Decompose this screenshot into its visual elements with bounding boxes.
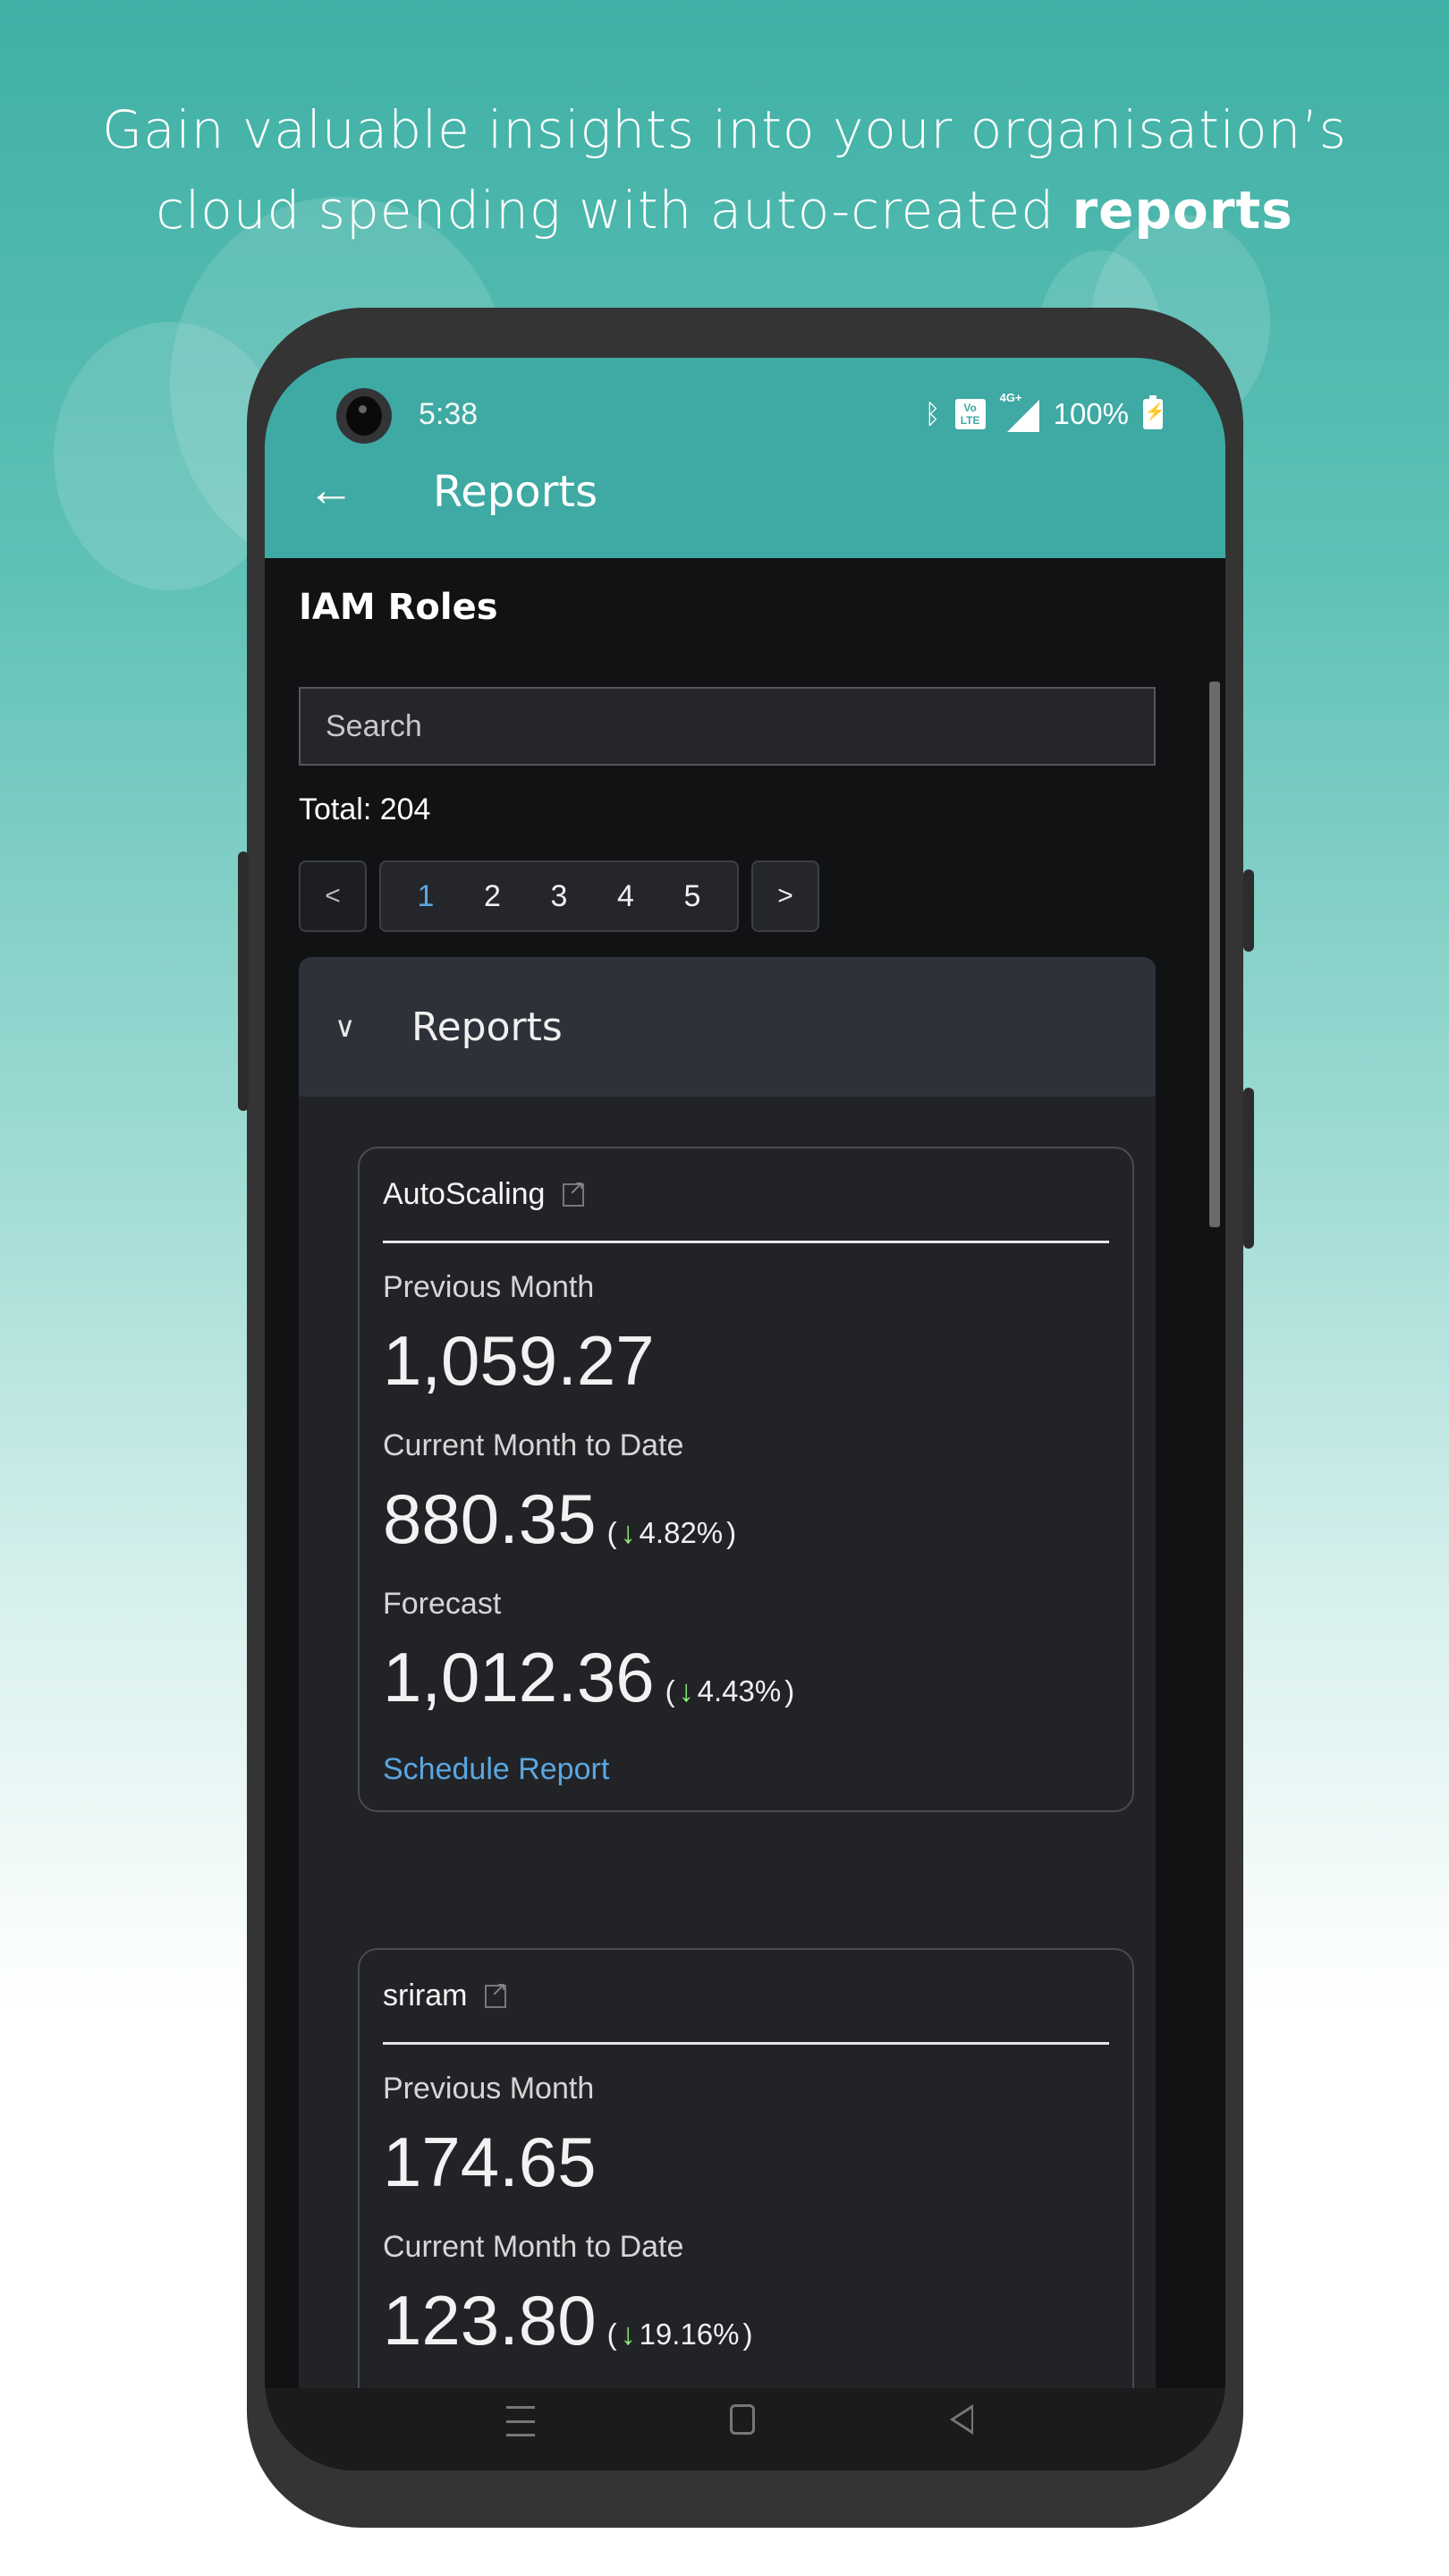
current-month-label: Current Month to Date	[383, 1428, 684, 1462]
scrollbar[interactable]	[1209, 682, 1220, 1227]
reports-accordion: ∨ Reports AutoScaling Previous Month 1,0…	[299, 957, 1156, 2470]
chevron-down-icon: ∨	[335, 1011, 356, 1043]
forecast-value: 1,012.36	[383, 1638, 655, 1716]
home-icon[interactable]	[730, 2404, 755, 2435]
previous-month-row: 1,059.27	[383, 1319, 1109, 1402]
section-title: IAM Roles	[299, 587, 498, 628]
arrow-down-icon: ↓	[620, 2317, 636, 2351]
signal-4g-icon: 4G+	[1000, 391, 1039, 432]
forecast-row: 1,012.36 (↓ 4.43%)	[383, 1636, 1109, 1718]
current-month-change: (↓ 19.16%)	[606, 2317, 753, 2351]
current-month-change: (↓ 4.82%)	[606, 1515, 737, 1550]
current-month-value: 123.80	[383, 2281, 597, 2360]
phone-volume-down-button	[1243, 1088, 1254, 1249]
page-2-button[interactable]: 2	[475, 879, 511, 914]
app-bar: 5:38 ᛒ VoLTE 4G+ 100% ← Reports	[265, 358, 1225, 558]
schedule-report-link[interactable]: Schedule Report	[383, 1752, 609, 1787]
forecast-change: (↓ 4.43%)	[665, 1674, 795, 1708]
pagination: < 1 2 3 4 5 >	[299, 860, 819, 932]
status-icons: ᛒ Vo LTE 4G+ 100%	[924, 391, 1165, 436]
card-header: sriram	[383, 1950, 1109, 2045]
battery-percent: 100%	[1053, 397, 1129, 430]
page-3-button[interactable]: 3	[541, 879, 577, 914]
report-card: AutoScaling Previous Month 1,059.27 Curr…	[358, 1147, 1134, 1812]
forecast-change-value: 4.43%	[697, 1674, 782, 1707]
page-numbers: 1 2 3 4 5	[379, 860, 739, 932]
prev-page-button[interactable]: <	[299, 860, 367, 932]
previous-month-row: 174.65	[383, 2121, 1109, 2203]
arrow-down-icon: ↓	[678, 1674, 694, 1708]
headline-line-1: Gain valuable insights into your organis…	[102, 99, 1347, 160]
system-nav-bar	[265, 2388, 1225, 2470]
current-change-value: 4.82%	[639, 1516, 724, 1549]
current-month-label: Current Month to Date	[383, 2230, 684, 2264]
arrow-left-icon[interactable]: ←	[304, 465, 358, 519]
arrow-down-icon: ↓	[620, 1515, 636, 1550]
phone-screen: 5:38 ᛒ VoLTE 4G+ 100% ← Reports IAM Role…	[265, 358, 1225, 2470]
headline-line-2-text: cloud spending with auto-created	[156, 180, 1072, 241]
page-5-button[interactable]: 5	[674, 879, 710, 914]
front-camera	[336, 388, 392, 444]
previous-month-label: Previous Month	[383, 1270, 595, 1304]
page-1-button[interactable]: 1	[408, 879, 444, 914]
battery-charging-icon	[1143, 395, 1165, 429]
phone-volume-up-button	[1243, 869, 1254, 952]
volte-icon: Vo LTE	[954, 399, 986, 429]
accordion-title: Reports	[411, 1004, 563, 1050]
page-4-button[interactable]: 4	[608, 879, 644, 914]
recents-icon[interactable]	[506, 2406, 535, 2436]
previous-month-label: Previous Month	[383, 2072, 595, 2106]
accordion-header[interactable]: ∨ Reports	[299, 957, 1156, 1097]
bluetooth-icon: ᛒ	[924, 398, 941, 430]
previous-month-value: 1,059.27	[383, 1321, 655, 1400]
headline-bold-word: reports	[1072, 180, 1293, 241]
previous-month-value: 174.65	[383, 2123, 597, 2201]
next-page-button[interactable]: >	[751, 860, 819, 932]
search-input[interactable]	[299, 687, 1156, 766]
forecast-label: Forecast	[383, 1587, 502, 1621]
current-month-value: 880.35	[383, 1479, 597, 1558]
total-count: Total: 204	[299, 792, 431, 826]
external-link-icon[interactable]	[485, 1978, 507, 2008]
card-header: AutoScaling	[383, 1148, 1109, 1243]
current-change-value: 19.16%	[639, 2318, 740, 2351]
headline-line-2: cloud spending with auto-created reports	[0, 170, 1449, 250]
phone-side-button-left	[238, 852, 249, 1111]
app-bar-title: Reports	[433, 467, 598, 517]
card-name: sriram	[383, 1979, 468, 2012]
external-link-icon[interactable]	[563, 1176, 585, 1207]
current-month-row: 880.35 (↓ 4.82%)	[383, 1478, 1109, 1560]
status-time: 5:38	[419, 397, 479, 431]
current-month-row: 123.80 (↓ 19.16%)	[383, 2279, 1109, 2361]
card-name: AutoScaling	[383, 1177, 546, 1211]
promo-headline: Gain valuable insights into your organis…	[0, 89, 1449, 250]
back-icon[interactable]	[950, 2404, 973, 2435]
